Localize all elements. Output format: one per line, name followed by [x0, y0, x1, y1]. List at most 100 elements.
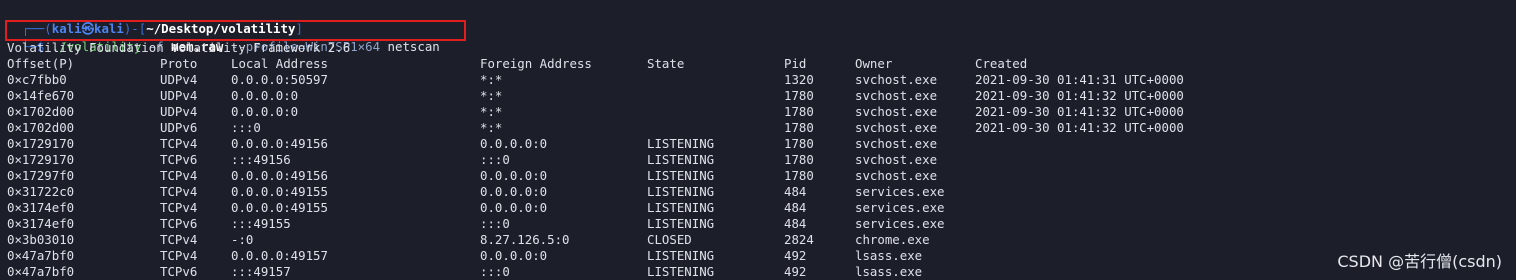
table-cell: 8.27.126.5:0: [480, 232, 570, 247]
column-header: Owner: [855, 56, 893, 71]
table-cell: LISTENING: [647, 136, 715, 151]
table-cell: 2021-09-30 01:41:31 UTC+0000: [975, 72, 1184, 87]
table-cell: svchost.exe: [855, 72, 938, 87]
table-cell: LISTENING: [647, 264, 715, 279]
table-cell: 2021-09-30 01:41:32 UTC+0000: [975, 104, 1184, 119]
table-cell: UDPv4: [160, 88, 198, 103]
table-cell: 0.0.0.0:49155: [231, 184, 328, 199]
table-cell: 1320: [784, 72, 814, 87]
terminal-window: { "prompt": { "frame_left": "┌──(", "use…: [0, 0, 1516, 280]
table-cell: 0.0.0.0:0: [480, 184, 548, 199]
column-header: Local Address: [231, 56, 328, 71]
table-cell: 0×47a7bf0: [7, 248, 75, 263]
table-cell: :::0: [480, 152, 510, 167]
table-cell: 1780: [784, 120, 814, 135]
table-cell: 0×1702d00: [7, 120, 75, 135]
table-cell: 0.0.0.0:0: [480, 168, 548, 183]
table-cell: LISTENING: [647, 152, 715, 167]
table-cell: 0.0.0.0:49155: [231, 200, 328, 215]
table-cell: 1780: [784, 168, 814, 183]
table-cell: *:*: [480, 104, 503, 119]
command-plugin: netscan: [387, 39, 440, 54]
table-cell: UDPv4: [160, 104, 198, 119]
table-cell: UDPv6: [160, 120, 198, 135]
table-cell: services.exe: [855, 200, 945, 215]
table-cell: 484: [784, 184, 807, 199]
table-cell: 0.0.0.0:49157: [231, 248, 328, 263]
table-cell: lsass.exe: [855, 264, 923, 279]
table-cell: services.exe: [855, 216, 945, 231]
table-cell: 0×c7fbb0: [7, 72, 67, 87]
table-cell: svchost.exe: [855, 168, 938, 183]
table-cell: 0.0.0.0:49156: [231, 136, 328, 151]
table-cell: 0×1729170: [7, 152, 75, 167]
table-cell: 1780: [784, 136, 814, 151]
table-cell: svchost.exe: [855, 136, 938, 151]
table-cell: 0.0.0.0:50597: [231, 72, 328, 87]
table-cell: 0.0.0.0:0: [480, 200, 548, 215]
table-cell: TCPv4: [160, 184, 198, 199]
table-cell: services.exe: [855, 184, 945, 199]
table-cell: svchost.exe: [855, 152, 938, 167]
table-cell: 2021-09-30 01:41:32 UTC+0000: [975, 120, 1184, 135]
command-line[interactable]: └─$ ./volatility -f mem.raw --profile=Wi…: [7, 23, 440, 54]
table-cell: LISTENING: [647, 248, 715, 263]
table-cell: :::49155: [231, 216, 291, 231]
table-cell: TCPv4: [160, 168, 198, 183]
table-cell: 1780: [784, 88, 814, 103]
table-cell: :::0: [480, 216, 510, 231]
table-cell: 492: [784, 264, 807, 279]
table-cell: lsass.exe: [855, 248, 923, 263]
column-header: Proto: [160, 56, 198, 71]
table-cell: chrome.exe: [855, 232, 930, 247]
table-cell: LISTENING: [647, 184, 715, 199]
table-cell: 0×31722c0: [7, 184, 75, 199]
table-cell: svchost.exe: [855, 120, 938, 135]
column-header: Offset(P): [7, 56, 75, 71]
table-cell: 0×14fe670: [7, 88, 75, 103]
table-cell: TCPv6: [160, 264, 198, 279]
table-cell: TCPv4: [160, 136, 198, 151]
table-cell: 1780: [784, 104, 814, 119]
table-cell: *:*: [480, 88, 503, 103]
table-cell: 1780: [784, 152, 814, 167]
table-cell: :::0: [480, 264, 510, 279]
table-cell: TCPv4: [160, 200, 198, 215]
table-cell: LISTENING: [647, 168, 715, 183]
table-cell: 484: [784, 216, 807, 231]
table-cell: LISTENING: [647, 200, 715, 215]
table-cell: 0×3174ef0: [7, 216, 75, 231]
table-cell: 0×47a7bf0: [7, 264, 75, 279]
table-cell: 0.0.0.0:0: [480, 248, 548, 263]
table-cell: 0.0.0.0:0: [231, 104, 299, 119]
table-cell: CLOSED: [647, 232, 692, 247]
table-cell: LISTENING: [647, 216, 715, 231]
table-cell: 0×17297f0: [7, 168, 75, 183]
table-cell: 0.0.0.0:0: [480, 136, 548, 151]
table-cell: TCPv6: [160, 152, 198, 167]
table-cell: :::0: [231, 120, 261, 135]
table-cell: 0.0.0.0:49156: [231, 168, 328, 183]
column-header: State: [647, 56, 685, 71]
table-cell: :::49157: [231, 264, 291, 279]
table-cell: 0×1702d00: [7, 104, 75, 119]
table-cell: 492: [784, 248, 807, 263]
prompt-header: ┌──(kali㉿kali)-[~/Desktop/volatility]: [7, 5, 303, 36]
table-cell: TCPv4: [160, 232, 198, 247]
column-header: Foreign Address: [480, 56, 592, 71]
volatility-banner: Volatility Foundation Volatility Framewo…: [7, 40, 351, 55]
table-cell: TCPv6: [160, 216, 198, 231]
table-cell: TCPv4: [160, 248, 198, 263]
table-cell: 0×3174ef0: [7, 200, 75, 215]
table-cell: svchost.exe: [855, 88, 938, 103]
table-cell: *:*: [480, 120, 503, 135]
table-cell: UDPv4: [160, 72, 198, 87]
csdn-watermark: CSDN @苦行僧(csdn): [1337, 252, 1502, 271]
table-cell: -:0: [231, 232, 254, 247]
table-cell: :::49156: [231, 152, 291, 167]
table-cell: 484: [784, 200, 807, 215]
table-cell: *:*: [480, 72, 503, 87]
table-cell: 2021-09-30 01:41:32 UTC+0000: [975, 88, 1184, 103]
table-cell: 0×3b03010: [7, 232, 75, 247]
table-cell: 0.0.0.0:0: [231, 88, 299, 103]
